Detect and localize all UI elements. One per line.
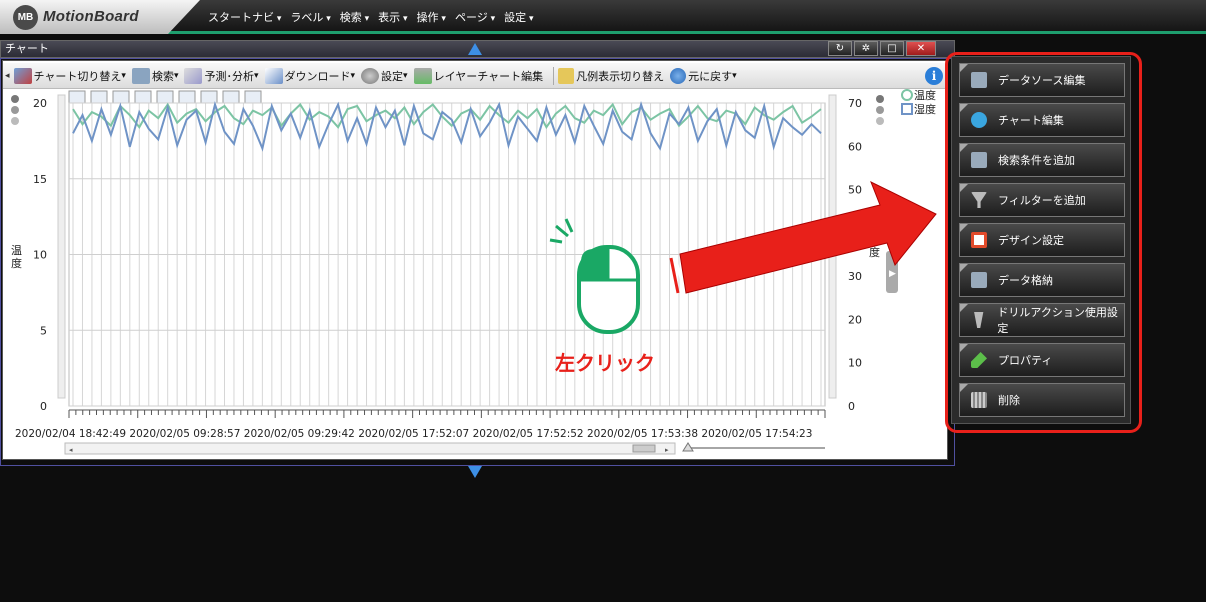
right-scroll-minus-icon[interactable] <box>876 106 884 114</box>
settings-button[interactable]: 設定 <box>361 67 408 84</box>
undo-button[interactable]: 元に戻す <box>670 67 737 84</box>
info-icon[interactable]: i <box>925 67 943 85</box>
x-tick-label: 2020/02/05 17:52:52 <box>473 428 584 440</box>
y-left-tick-label: 0 <box>40 400 47 413</box>
legend-icon <box>558 67 575 84</box>
gear-button[interactable]: ✲ <box>854 41 878 56</box>
menu-operation[interactable]: 操作 <box>417 9 446 25</box>
y-left-tick-label: 5 <box>40 324 47 337</box>
layer-icon <box>413 67 432 84</box>
toolbar-scroll-left-icon[interactable]: ◂ <box>5 71 10 81</box>
chart-switch-button[interactable]: チャート切り替え <box>13 67 126 84</box>
y-left-tick-label: 20 <box>33 97 47 110</box>
legend-toggle-label: 凡例表示切り替え <box>576 69 665 83</box>
right-scroll-up-icon[interactable] <box>876 95 884 103</box>
legend-label: 温度 <box>914 89 936 102</box>
right-vertical-scrollbar[interactable] <box>828 94 837 399</box>
svg-text:◂: ◂ <box>69 446 73 454</box>
x-tick-label: 2020/02/05 09:28:57 <box>129 428 240 440</box>
y-right-tick-label: 60 <box>848 140 862 153</box>
x-tick-label: 2020/02/05 17:54:23 <box>701 428 812 440</box>
right-scroll-reset-icon[interactable] <box>876 117 884 125</box>
search-label: 検索 <box>151 69 174 83</box>
main-menu: スタートナビ ラベル 検索 表示 操作 ページ 設定 <box>208 9 534 25</box>
menu-settings[interactable]: 設定 <box>504 9 533 25</box>
y-axis-left: 0 5 10 15 20 <box>33 97 47 413</box>
chart-switch-label: チャート切り替え <box>33 69 122 83</box>
y-axis-right: 0 10 20 30 40 50 60 70 <box>848 97 862 413</box>
legend-toggle-button[interactable]: 凡例表示切り替え <box>558 67 665 84</box>
scroll-reset-icon[interactable] <box>11 117 19 125</box>
search-button[interactable]: 検索 <box>131 67 179 84</box>
scroll-minus-icon[interactable] <box>11 106 19 114</box>
y-right-tick-label: 10 <box>848 357 862 370</box>
x-tick-label: 2020/02/05 17:53:38 <box>587 428 698 440</box>
logo: MB MotionBoard <box>0 0 200 34</box>
chart-panel: ◂ チャート切り替え 検索 予測･分析 ダウンロード 設定 レイヤーチャート編集 <box>2 60 948 460</box>
zoom-slider-thumb[interactable] <box>682 442 694 452</box>
y-right-label: 度 <box>869 245 880 259</box>
menu-view[interactable]: 表示 <box>378 9 407 25</box>
y-right-tick-label: 0 <box>848 400 855 413</box>
toolbar-separator <box>553 66 555 85</box>
resize-down-handle-icon[interactable] <box>468 466 482 478</box>
highlight-box <box>945 52 1142 433</box>
chart-toolbar: ◂ チャート切り替え 検索 予測･分析 ダウンロード 設定 レイヤーチャート編集 <box>3 63 947 89</box>
y-right-tick-label: 30 <box>848 270 862 283</box>
window-controls: ↻ ✲ □ ✕ <box>828 41 936 56</box>
undo-label: 元に戻す <box>688 69 733 83</box>
menu-label[interactable]: ラベル <box>290 9 330 25</box>
y-left-label: 温度 <box>11 244 22 270</box>
search-icon <box>131 67 150 84</box>
chart-grid <box>68 102 826 407</box>
download-label: ダウンロード <box>284 69 351 83</box>
left-vertical-scrollbar[interactable] <box>57 94 66 399</box>
x-tick-label: 2020/02/04 18:42:49 <box>15 428 126 440</box>
menu-start-navi[interactable]: スタートナビ <box>208 9 281 25</box>
layer-chart-edit-label: レイヤーチャート編集 <box>433 69 544 83</box>
download-icon <box>264 67 283 84</box>
y-left-tick-label: 15 <box>33 173 47 186</box>
x-tick-label: 2020/02/05 17:52:07 <box>358 428 469 440</box>
undo-icon <box>670 67 687 84</box>
x-tick-label: 2020/02/05 09:29:42 <box>244 428 355 440</box>
y-left-tick-label: 10 <box>33 249 47 262</box>
forecast-icon <box>184 67 203 84</box>
chart-switch-icon <box>13 67 32 84</box>
settings-label: 設定 <box>381 69 404 83</box>
forecast-button[interactable]: 予測･分析 <box>184 67 258 84</box>
y-right-tick-label: 40 <box>848 227 862 240</box>
horizontal-scrollbar[interactable]: ◂ ▸ <box>64 442 825 455</box>
line-chart: 0 5 10 15 20 0 10 20 30 40 50 60 70 2020/02/04 18:4… <box>11 89 936 455</box>
top-bar: MB MotionBoard スタートナビ ラベル 検索 表示 操作 ページ 設… <box>0 0 1206 34</box>
x-axis: 2020/02/04 18:42:49 2020/02/05 09:28:57 20… <box>15 409 826 440</box>
maximize-button[interactable]: □ <box>880 41 904 56</box>
download-button[interactable]: ダウンロード <box>264 67 356 84</box>
logo-text: MotionBoard <box>43 8 139 25</box>
menu-page[interactable]: ページ <box>455 9 495 25</box>
logo-badge: MB <box>13 5 38 30</box>
scroll-up-icon[interactable] <box>11 95 19 103</box>
legend-square-marker <box>901 103 913 115</box>
legend-circle-marker <box>901 89 913 101</box>
close-button[interactable]: ✕ <box>906 41 936 56</box>
y-right-tick-label: 70 <box>848 97 862 110</box>
gear-icon <box>361 67 380 84</box>
layer-chart-edit-button[interactable]: レイヤーチャート編集 <box>413 67 544 84</box>
y-right-tick-label: 50 <box>848 184 862 197</box>
expand-arrow-icon: ▶ <box>889 269 896 279</box>
forecast-label: 予測･分析 <box>204 69 254 83</box>
svg-text:▸: ▸ <box>665 446 669 454</box>
y-right-tick-label: 20 <box>848 313 862 326</box>
menu-search[interactable]: 検索 <box>340 9 369 25</box>
chart-legend[interactable]: 温度湿度 <box>901 89 936 116</box>
resize-up-handle-icon[interactable] <box>468 43 482 55</box>
refresh-button[interactable]: ↻ <box>828 41 852 56</box>
legend-label: 湿度 <box>914 102 936 116</box>
